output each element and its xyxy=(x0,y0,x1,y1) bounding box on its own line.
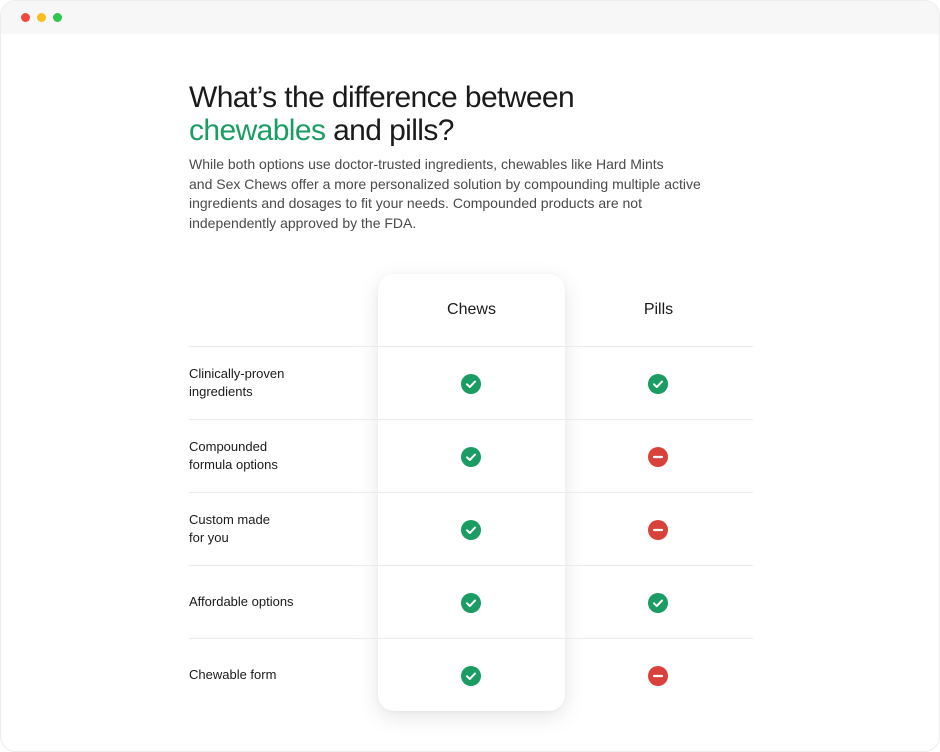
heading-line-2-rest: and pills? xyxy=(325,114,454,147)
page-heading: What’s the difference between chewables … xyxy=(189,81,749,147)
check-icon xyxy=(648,373,668,394)
window-titlebar xyxy=(1,1,939,34)
browser-window: What’s the difference between chewables … xyxy=(0,0,940,752)
row-label-line: Custom made xyxy=(189,511,270,527)
column-header-chews: Chews xyxy=(447,301,496,318)
minus-icon xyxy=(648,446,668,467)
minus-icon xyxy=(648,665,668,686)
row-label: Custom made for you xyxy=(189,492,359,565)
check-icon xyxy=(461,665,481,686)
row-label-line: Chewable form xyxy=(189,666,277,682)
minus-icon xyxy=(648,519,668,540)
row-label: Affordable options xyxy=(189,565,359,638)
row-label-line: for you xyxy=(189,529,229,545)
row-label: Chewable form xyxy=(189,638,359,711)
row-label-line: Affordable options xyxy=(189,593,294,609)
intro-paragraph: While both options use doctor-trusted in… xyxy=(189,155,749,233)
row-label-line: ingredients xyxy=(189,383,253,399)
intro-line: independently approved by the FDA. xyxy=(189,214,417,231)
row-label: Compounded formula options xyxy=(189,419,359,492)
column-header-pills: Pills xyxy=(643,301,674,318)
row-label-line: formula options xyxy=(189,456,278,472)
intro-line: ingredients and dosages to fit your need… xyxy=(189,195,642,211)
row-label-line: Clinically-proven xyxy=(189,365,285,381)
row-label: Clinically-proven ingredients xyxy=(189,346,359,419)
check-icon xyxy=(461,446,481,467)
heading-accent: chewables xyxy=(189,114,326,147)
check-icon xyxy=(461,373,481,394)
check-icon xyxy=(461,592,481,613)
maximize-window-button[interactable] xyxy=(53,13,62,22)
check-icon xyxy=(648,592,668,613)
minimize-window-button[interactable] xyxy=(37,13,46,22)
intro-line: and Sex Chews offer a more personalized … xyxy=(189,175,701,192)
row-label-line: Compounded xyxy=(189,438,268,454)
intro-line: While both options use doctor-trusted in… xyxy=(189,156,664,172)
check-icon xyxy=(461,519,481,540)
heading-line-1: What’s the difference between xyxy=(189,81,575,114)
close-window-button[interactable] xyxy=(21,13,30,22)
